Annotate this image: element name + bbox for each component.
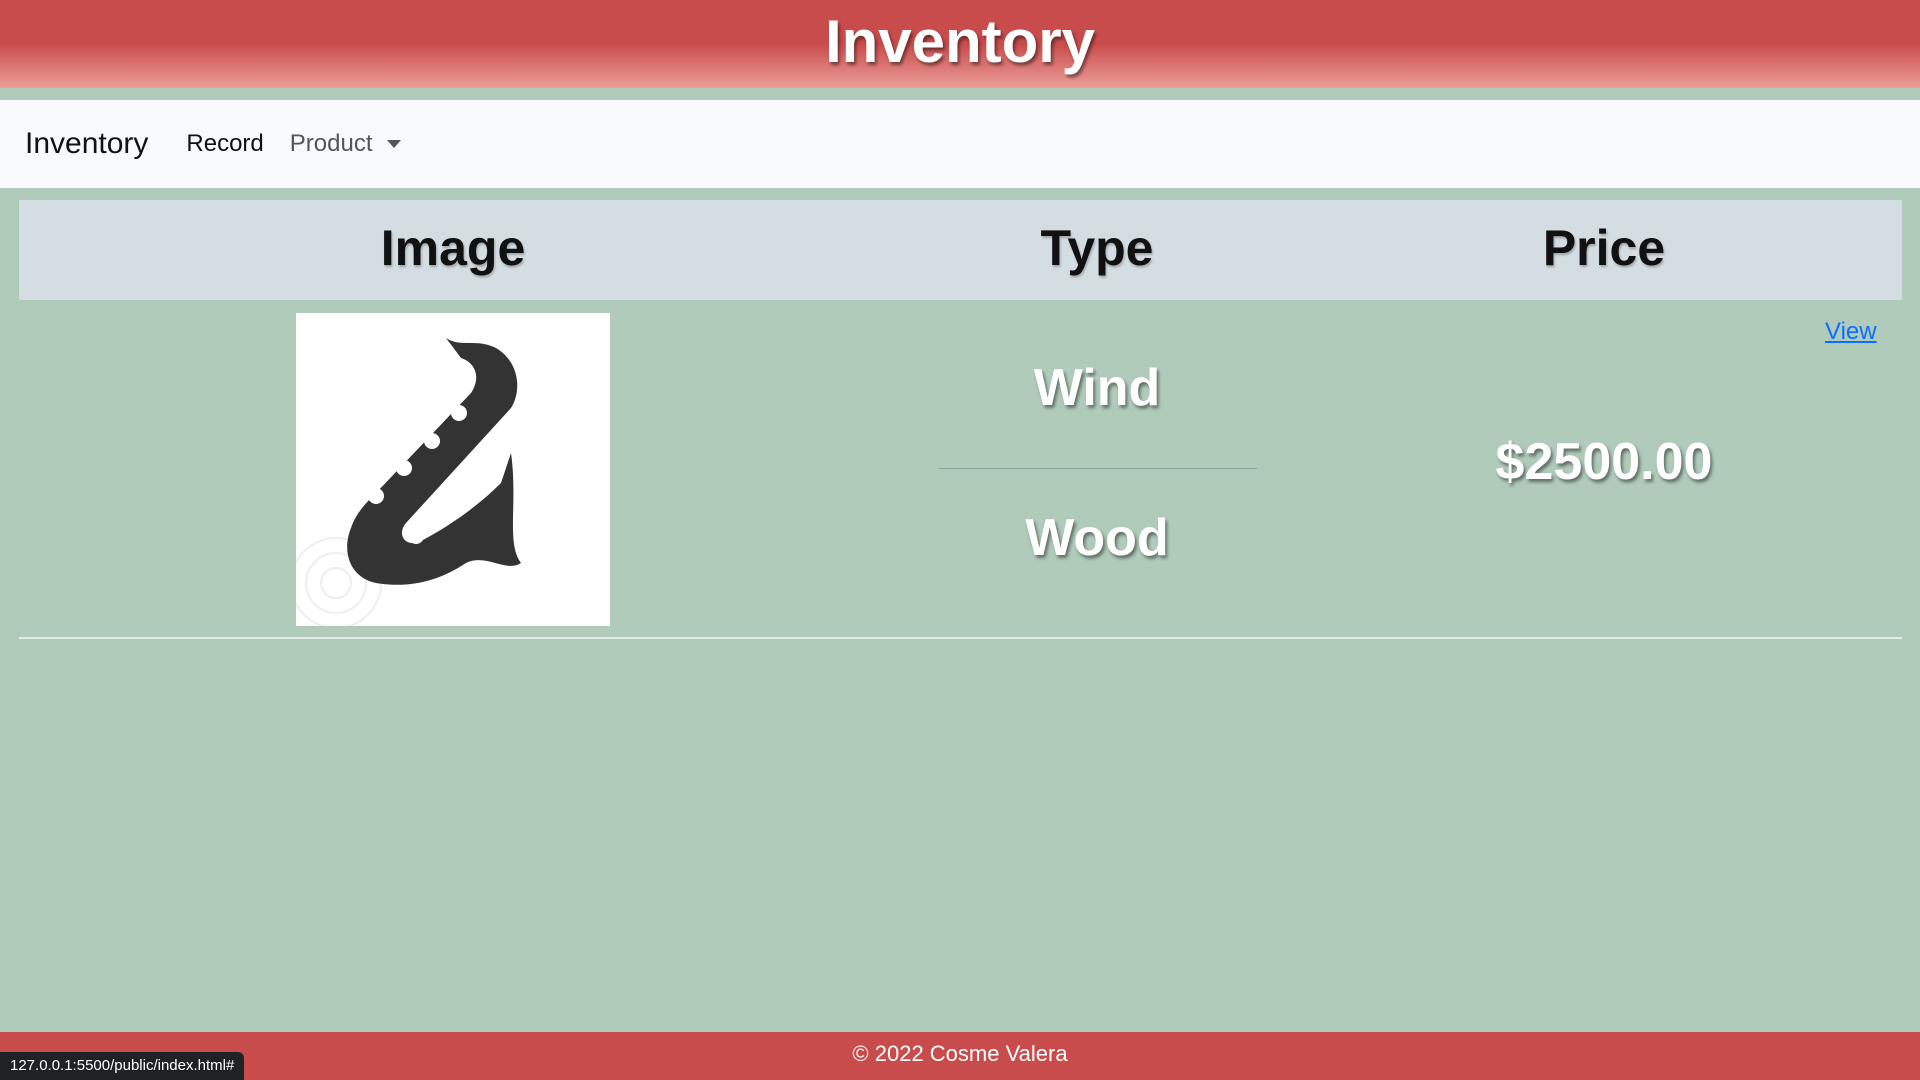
footer: © 2022 Cosme Valera — [0, 1032, 1920, 1080]
saxophone-icon — [290, 338, 521, 629]
price-value: $2500.00 — [1495, 433, 1713, 491]
column-header-image: Image — [380, 220, 526, 276]
caret-down-icon — [386, 140, 401, 148]
page-title: Inventory — [824, 8, 1096, 75]
product-image — [290, 313, 610, 629]
nav-link-record[interactable]: Record — [186, 130, 263, 158]
nav-dropdown-product[interactable]: Product — [290, 130, 401, 158]
table-header: Image Type Price — [19, 200, 1902, 300]
view-link[interactable]: View — [1825, 318, 1877, 346]
column-header-price: Price — [1542, 220, 1666, 276]
table-row: Wind Wood $2500.00 View — [19, 300, 1902, 639]
material-value: Wood — [1025, 509, 1169, 567]
navbar-brand[interactable]: Inventory — [25, 127, 148, 161]
copyright-text: © 2022 Cosme Valera — [852, 1041, 1068, 1066]
divider — [939, 468, 1257, 469]
type-value: Wind — [1033, 359, 1161, 417]
nav-dropdown-label: Product — [289, 130, 373, 157]
page-header: Inventory — [0, 0, 1920, 88]
column-header-type: Type — [1040, 220, 1154, 276]
status-bar-url: 127.0.0.1:5500/public/index.html# — [0, 1052, 245, 1080]
navbar: Inventory Record Product — [0, 100, 1920, 188]
